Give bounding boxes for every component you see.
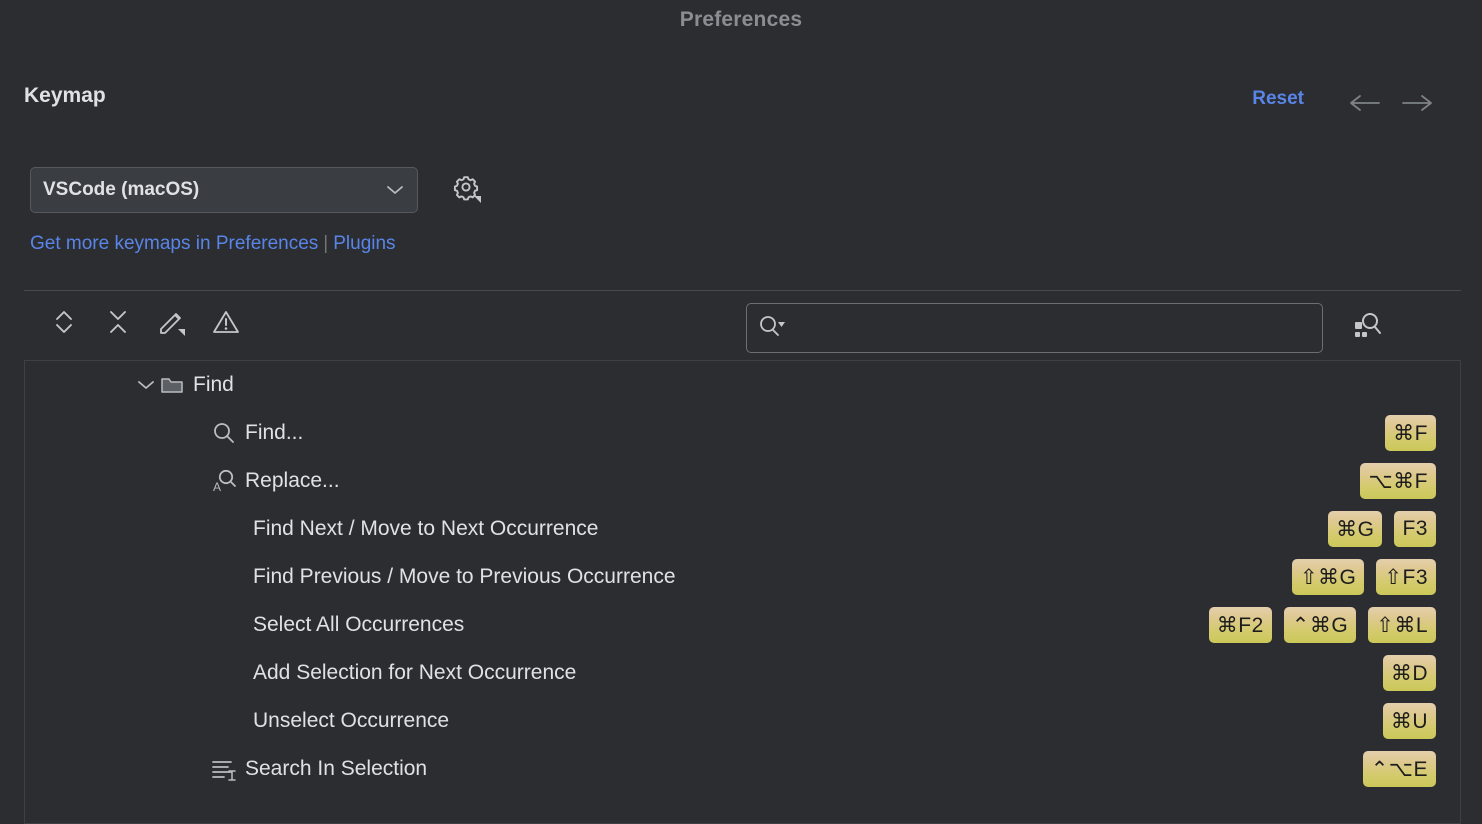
tree-row-label: Find... [245, 421, 303, 445]
find-by-shortcut-icon [1349, 308, 1383, 347]
tree-row-label: Select All Occurrences [253, 613, 464, 637]
tree-row-label: Find Previous / Move to Previous Occurre… [253, 565, 676, 589]
replace-icon: A [211, 468, 237, 494]
shortcut-badge[interactable]: ⌃⌥E [1363, 751, 1436, 787]
shortcut-badges: ⌃⌥E [1363, 751, 1460, 787]
expand-all-button[interactable] [46, 306, 82, 342]
hint-separator: | [323, 233, 328, 254]
folder-icon [159, 372, 185, 398]
find-by-shortcut-button[interactable] [1345, 306, 1387, 348]
get-more-keymaps-link[interactable]: Get more keymaps in Preferences [30, 233, 318, 254]
keymap-settings-button[interactable] [448, 171, 486, 209]
search-in-selection-icon [211, 756, 237, 782]
shortcut-badges: ⌥⌘F [1360, 463, 1460, 499]
shortcut-badges: ⇧⌘G ⇧F3 [1292, 559, 1460, 595]
shortcut-badges: ⌘G F3 [1328, 511, 1460, 547]
show-conflicts-button[interactable] [208, 306, 244, 342]
shortcut-badge[interactable]: ⇧⌘L [1368, 607, 1436, 643]
shortcut-badges: ⌘F2 ⌃⌘G ⇧⌘L [1209, 607, 1460, 643]
preferences-window: Preferences Keymap Reset VSCode (macOS) [0, 0, 1482, 824]
keymap-select-value: VSCode (macOS) [43, 179, 385, 201]
page-title: Keymap [24, 84, 106, 108]
tree-action-row[interactable]: Find Next / Move to Next Occurrence ⌘G F3 [25, 505, 1460, 553]
shortcut-badge[interactable]: ⇧F3 [1376, 559, 1436, 595]
search-field-wrapper[interactable] [746, 303, 1323, 353]
tree-action-row[interactable]: Add Selection for Next Occurrence ⌘D [25, 649, 1460, 697]
header-divider [24, 290, 1461, 291]
shortcut-badge[interactable]: ⌘F2 [1209, 607, 1272, 643]
tree-row-label: Add Selection for Next Occurrence [253, 661, 576, 685]
tree-group-row[interactable]: Find [25, 361, 1460, 409]
shortcut-badges: ⌘U [1383, 703, 1460, 739]
back-arrow-icon[interactable] [1348, 86, 1382, 120]
tree-action-row[interactable]: Find... ⌘F [25, 409, 1460, 457]
shortcut-badge[interactable]: F3 [1394, 511, 1436, 547]
get-more-keymaps-hint: Get more keymaps in Preferences|Plugins [30, 233, 396, 255]
tree-action-row[interactable]: Find Previous / Move to Previous Occurre… [25, 553, 1460, 601]
shortcut-badges: ⌘F [1385, 415, 1460, 451]
tree-row-label: Unselect Occurrence [253, 709, 449, 733]
reset-button[interactable]: Reset [1252, 88, 1304, 110]
navigation-arrows [1348, 86, 1434, 120]
shortcut-badge[interactable]: ⌃⌘G [1284, 607, 1356, 643]
shortcut-badge[interactable]: ⌘U [1383, 703, 1436, 739]
shortcut-badges: ⌘D [1383, 655, 1460, 691]
search-input[interactable] [787, 317, 1312, 340]
chevron-down-icon [385, 180, 405, 200]
chevron-down-icon[interactable] [133, 372, 159, 398]
tree-action-row[interactable]: Search In Selection ⌃⌥E [25, 745, 1460, 793]
keymap-tree: Find Find... ⌘F A Replace... ⌥⌘F Find Next / M… [24, 360, 1461, 824]
gear-icon [452, 173, 482, 208]
search-icon [211, 420, 237, 446]
shortcut-badge[interactable]: ⌘F [1385, 415, 1436, 451]
tree-action-row[interactable]: Select All Occurrences ⌘F2 ⌃⌘G ⇧⌘L [25, 601, 1460, 649]
chevrons-expand-icon [51, 308, 77, 341]
tree-action-row[interactable]: Unselect Occurrence ⌘U [25, 697, 1460, 745]
window-title: Preferences [0, 8, 1482, 32]
warning-triangle-icon [212, 308, 240, 341]
svg-text:A: A [213, 480, 221, 494]
forward-arrow-icon[interactable] [1400, 86, 1434, 120]
tree-row-label: Replace... [245, 469, 340, 493]
shortcut-badge[interactable]: ⌥⌘F [1360, 463, 1436, 499]
keymap-select[interactable]: VSCode (macOS) [30, 167, 418, 213]
tree-row-label: Search In Selection [245, 757, 427, 781]
plugins-link[interactable]: Plugins [333, 233, 395, 254]
search-dropdown-icon[interactable] [757, 313, 787, 344]
shortcut-badge[interactable]: ⇧⌘G [1292, 559, 1364, 595]
tree-action-row[interactable]: A Replace... ⌥⌘F [25, 457, 1460, 505]
keymap-toolbar [46, 306, 244, 342]
shortcut-badge[interactable]: ⌘G [1328, 511, 1382, 547]
collapse-all-button[interactable] [100, 306, 136, 342]
tree-row-label: Find [193, 373, 234, 397]
edit-shortcut-button[interactable] [154, 306, 190, 342]
tree-row-label: Find Next / Move to Next Occurrence [253, 517, 598, 541]
pencil-dropdown-icon [158, 308, 186, 341]
chevrons-collapse-icon [105, 308, 131, 341]
shortcut-badge[interactable]: ⌘D [1383, 655, 1436, 691]
